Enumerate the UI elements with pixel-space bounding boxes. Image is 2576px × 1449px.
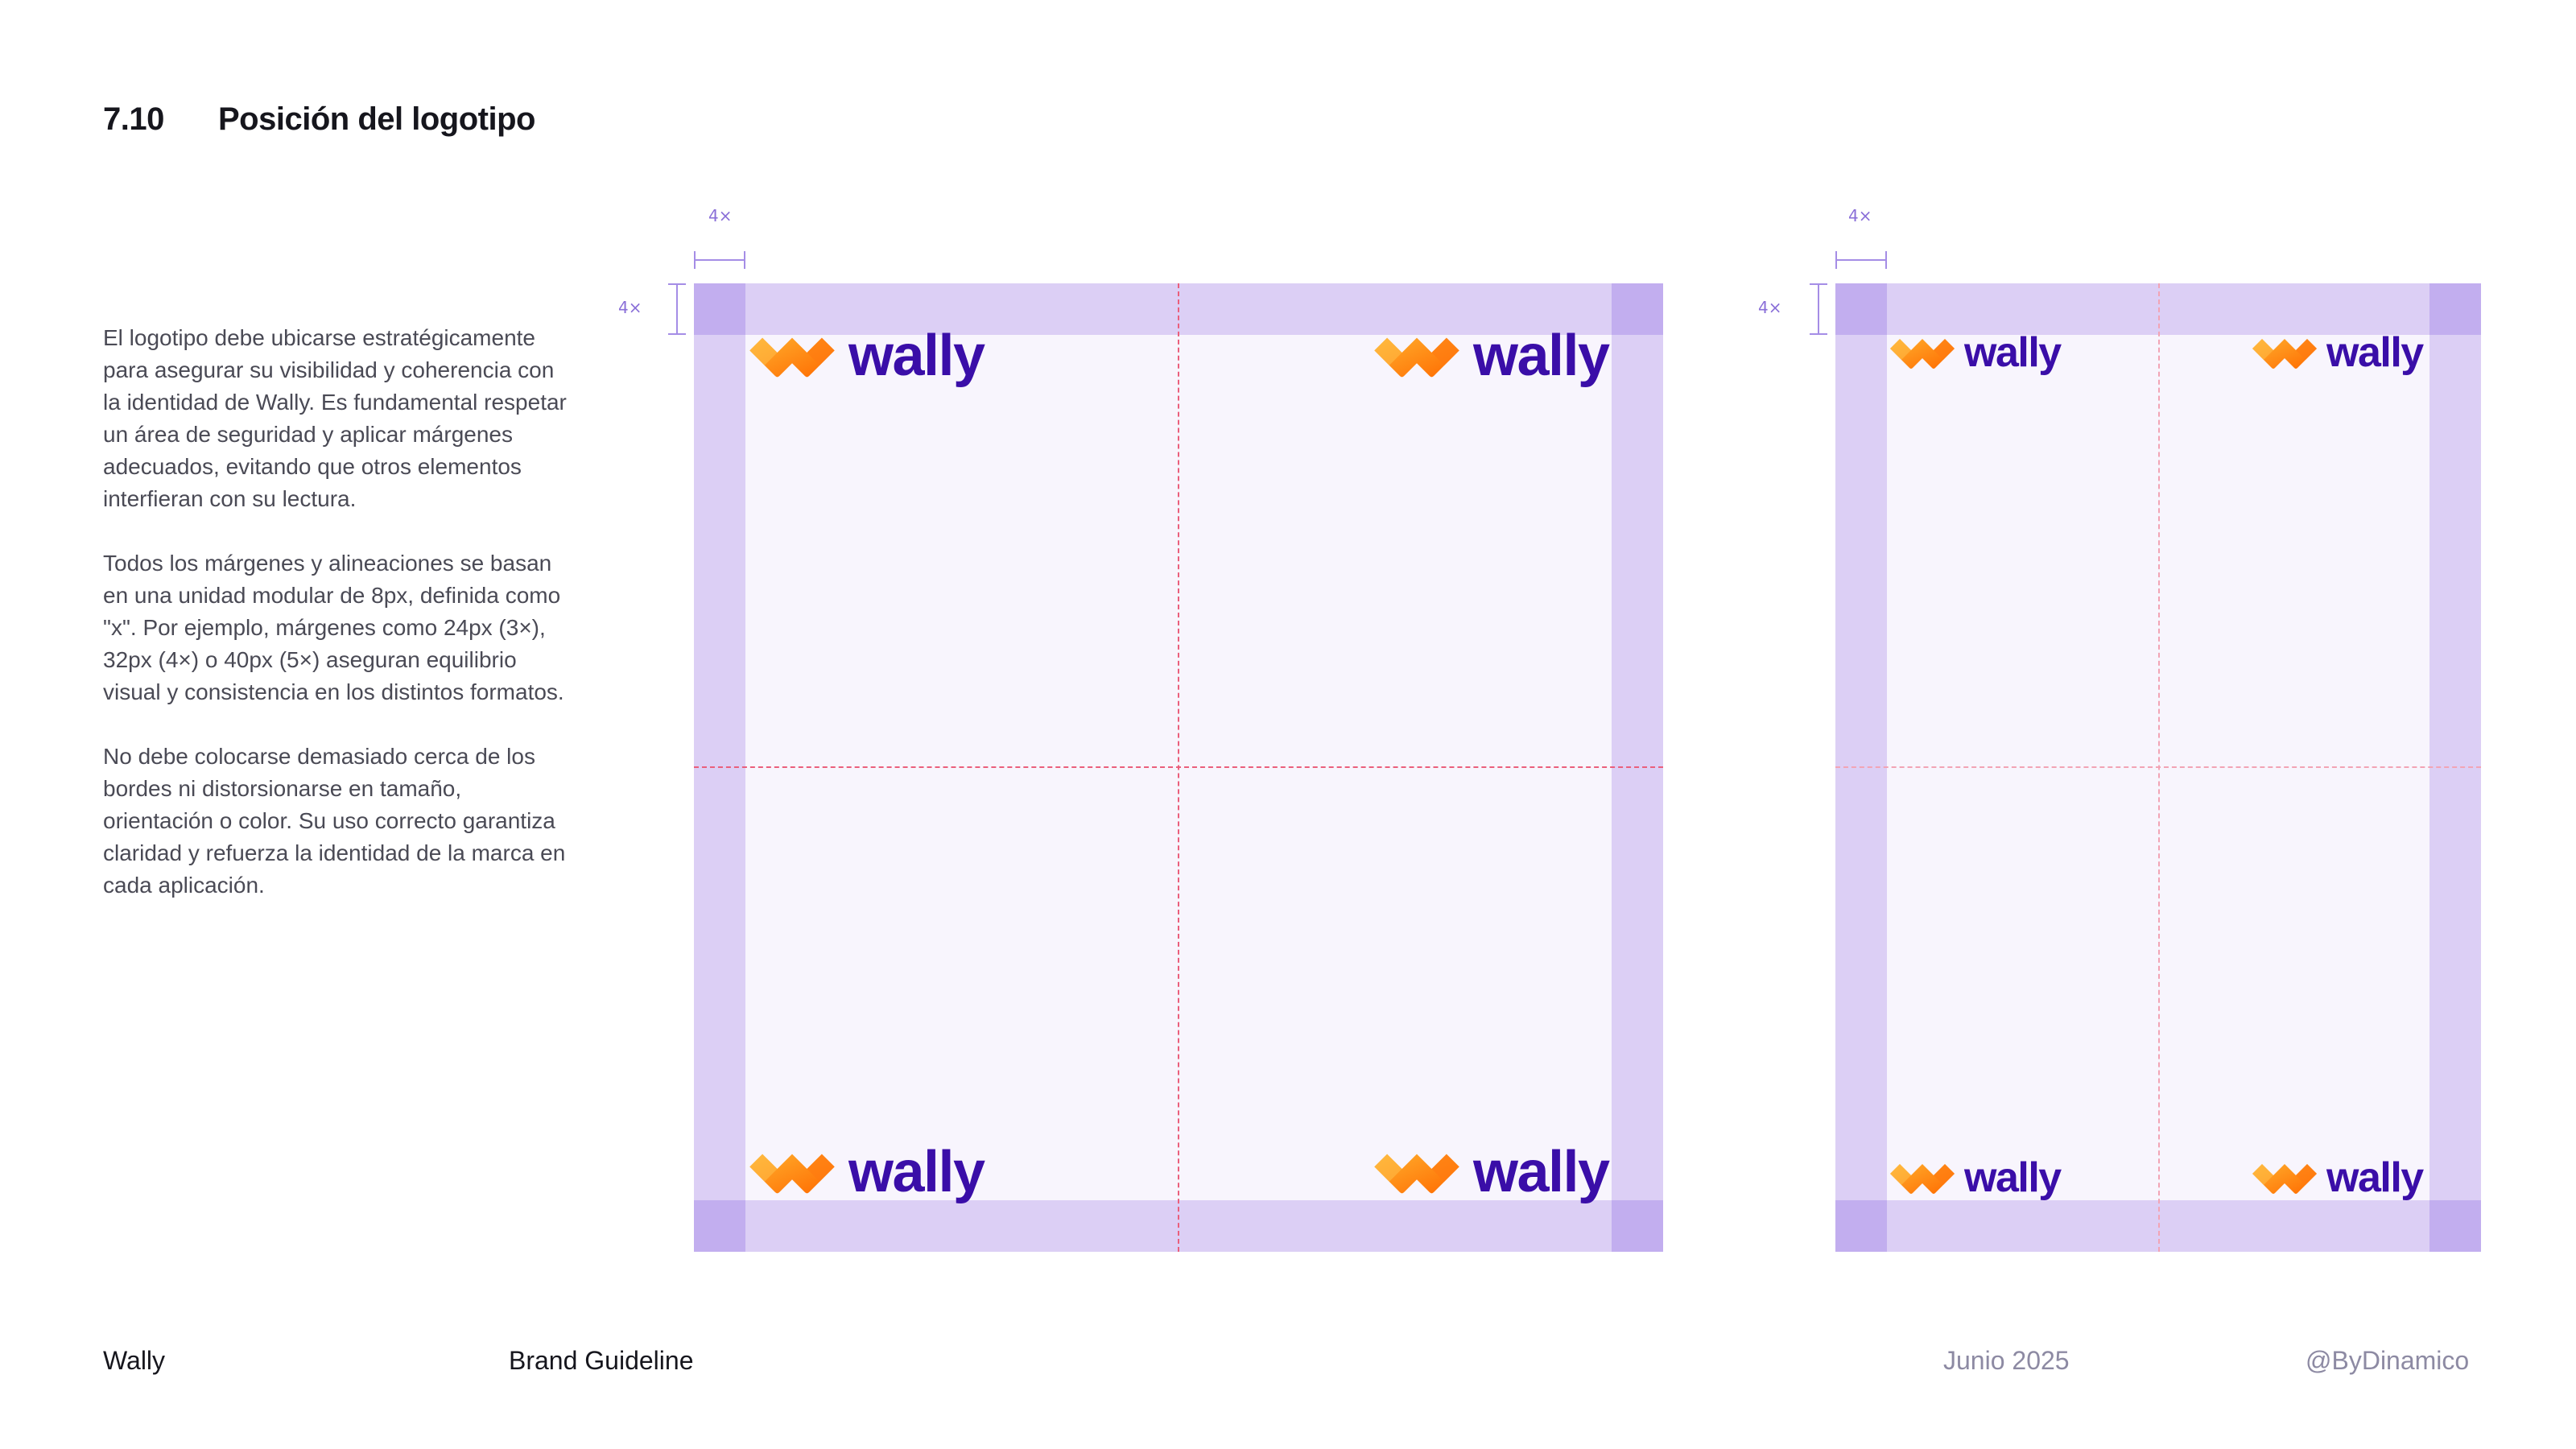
logo-wordmark: wally (2326, 1154, 2424, 1201)
wally-symbol-icon (1374, 337, 1459, 378)
wally-symbol-icon (1890, 339, 1955, 369)
paragraph-1: El logotipo debe ubicarse estratégicamen… (103, 325, 567, 511)
footer-document-title: Brand Guideline (509, 1346, 694, 1375)
margin-label-vertical: 4× (1758, 298, 1782, 317)
wally-symbol-icon (749, 1154, 835, 1194)
logo-wordmark: wally (1473, 1140, 1610, 1204)
footer-brand: Wally (103, 1346, 166, 1375)
wally-logo-bottom-right: wally (1370, 1140, 1610, 1204)
logo-wordmark: wally (848, 1140, 985, 1204)
horizontal-center-guide (1835, 766, 2481, 768)
wally-logo-bottom-left: wally (745, 1143, 985, 1201)
margin-dimension-horizontal (1835, 251, 1887, 269)
logo-wordmark: wally (848, 324, 985, 388)
wally-symbol-icon (749, 337, 835, 378)
wally-logo-top-left: wally (745, 327, 985, 385)
corner-margin (2429, 1200, 2481, 1252)
corner-margin (1835, 283, 1887, 335)
wally-symbol-icon (1890, 1164, 1955, 1194)
corner-margin (2429, 283, 2481, 335)
corner-margin (1612, 1200, 1663, 1252)
wally-logo-top-right: wally (1370, 324, 1610, 388)
wally-logo-top-right: wally (2249, 329, 2424, 376)
section-title: Posición del logotipo (218, 101, 535, 137)
footer-date: Junio 2025 (1943, 1346, 2070, 1375)
margin-label-horizontal: 4× (708, 206, 733, 225)
logo-wordmark: wally (1964, 329, 2062, 376)
section-number: 7.10 (103, 101, 164, 137)
corner-margin (1612, 283, 1663, 335)
logo-wordmark: wally (1473, 324, 1610, 388)
wally-logo-bottom-left: wally (1887, 1154, 2062, 1201)
corner-margin (694, 283, 745, 335)
logo-wordmark: wally (1964, 1154, 2062, 1201)
corner-margin (694, 1200, 745, 1252)
margin-dimension-vertical (668, 283, 686, 335)
margin-label-horizontal: 4× (1848, 206, 1872, 225)
wally-symbol-icon (2252, 339, 2317, 369)
margin-label-vertical: 4× (618, 298, 642, 317)
horizontal-center-guide (694, 766, 1663, 768)
margin-dimension-horizontal (694, 251, 745, 269)
body-text: El logotipo debe ubicarse estratégicamen… (103, 322, 570, 934)
wally-symbol-icon (2252, 1164, 2317, 1194)
paragraph-2: Todos los márgenes y alineaciones se bas… (103, 551, 564, 704)
footer-handle: @ByDinamico (2306, 1346, 2470, 1375)
paragraph-3: No debe colocarse demasiado cerca de los… (103, 744, 566, 898)
wally-logo-bottom-right: wally (2249, 1154, 2424, 1201)
wally-logo-top-left: wally (1887, 329, 2062, 376)
margin-dimension-vertical (1810, 283, 1827, 335)
wally-symbol-icon (1374, 1154, 1459, 1194)
corner-margin (1835, 1200, 1887, 1252)
logo-wordmark: wally (2326, 329, 2424, 376)
